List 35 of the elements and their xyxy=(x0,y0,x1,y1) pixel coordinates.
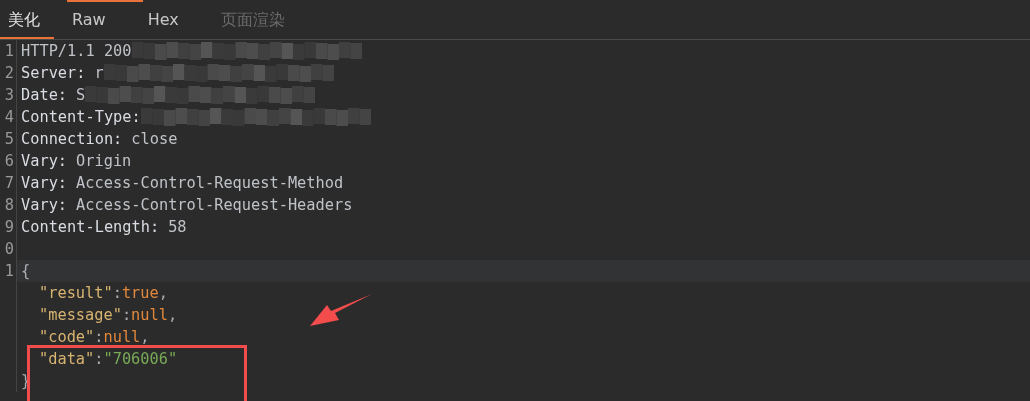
line-number: 0 xyxy=(4,239,15,260)
header-name: Connection: xyxy=(21,129,123,150)
tab[interactable]: 美化 xyxy=(0,3,54,39)
json-line: "result":true, xyxy=(39,283,168,304)
header-name: Date: xyxy=(21,85,68,106)
line-number: 4 xyxy=(4,107,15,128)
header-name: Content-Length: xyxy=(21,217,160,238)
header-value: close xyxy=(131,129,178,150)
header-name: Vary: xyxy=(21,195,68,216)
json-line: "code":null, xyxy=(39,327,150,348)
header-value: Access-Control-Request-Method xyxy=(76,173,344,194)
header-name: Vary: xyxy=(21,151,68,172)
line-number: 1 xyxy=(4,41,15,62)
header-value: S xyxy=(76,85,86,106)
line-number: 8 xyxy=(4,195,15,216)
header-value: 58 xyxy=(168,217,187,238)
line-number: 9 xyxy=(4,217,15,238)
header-name: Server: xyxy=(21,63,86,84)
header-name: Vary: xyxy=(21,173,68,194)
line-number: 6 xyxy=(4,151,15,172)
code-line: HTTP/1.1 200 xyxy=(21,41,132,62)
header-value: Origin xyxy=(76,151,132,172)
line-number: 3 xyxy=(4,85,15,106)
line-number: 5 xyxy=(4,129,15,150)
json-line: "message":null, xyxy=(39,305,178,326)
json-line: { xyxy=(21,261,31,282)
line-number: 2 xyxy=(4,63,15,84)
header-value: Access-Control-Request-Headers xyxy=(76,195,353,216)
header-name: Content-Type: xyxy=(21,107,141,128)
json-line: "data":"706006" xyxy=(39,349,178,370)
header-value: r xyxy=(94,63,104,84)
tab[interactable]: Raw xyxy=(64,3,130,39)
line-number: 1 xyxy=(4,261,15,282)
line-number: 7 xyxy=(4,173,15,194)
tab[interactable]: Hex xyxy=(139,3,203,39)
